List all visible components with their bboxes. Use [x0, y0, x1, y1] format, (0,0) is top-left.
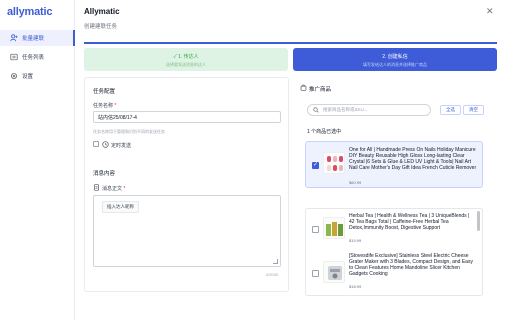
list-item[interactable]: [Stovesdife Exclusive] Stainless Steel E… [306, 253, 478, 295]
user-plus-icon [10, 34, 18, 42]
clear-button[interactable]: 清空 [463, 105, 484, 115]
product-price: $60.99 [349, 180, 362, 185]
gear-icon [11, 73, 17, 79]
list-icon [10, 53, 18, 61]
tea-product-image [326, 222, 343, 236]
product-list[interactable]: Herbal Tea | Health & Wellness Tea | 3 U… [305, 208, 483, 296]
sidebar-item-task-list[interactable]: 任务列表 [0, 49, 75, 65]
sidebar-item-label: 批量建联 [22, 36, 45, 42]
sidebar-item-settings[interactable]: 设置 [0, 68, 75, 84]
task-config-title: 任务配置 [93, 89, 116, 95]
product-title: One for All | Handmade Press On Nails Ho… [349, 147, 477, 171]
sidebar-item-batch-contact[interactable]: 批量建联 [0, 30, 75, 46]
product-price: $19.99 [349, 238, 362, 243]
clock-icon [102, 141, 109, 148]
step-title: ✓ 1. 传达人 [173, 54, 199, 60]
task-name-label: 任务名称 * [93, 102, 116, 109]
char-counter: 0/2000 [266, 272, 279, 277]
selected-product-card[interactable]: ✓ One for All | Handmade Press On Nails … [305, 141, 483, 188]
search-placeholder: 搜索商品名称或SKU... [323, 107, 368, 112]
required-mark: * [123, 186, 126, 192]
product-search-input[interactable]: 搜索商品名称或SKU... [307, 104, 431, 116]
required-mark: * [114, 103, 117, 109]
sidebar-nav: 批量建联 任务列表 设置 [0, 30, 75, 87]
app-window: allymatic 批量建联 任务列表 设置 Allymatic 创建建联任务 … [0, 0, 512, 320]
selected-count: 1 个商品已选中 [307, 129, 342, 135]
select-all-button[interactable]: 全选 [440, 105, 461, 115]
promo-products-panel: 推广商品 搜索商品名称或SKU... 全选 清空 1 个商品已选中 ✓ One … [297, 77, 497, 296]
search-icon [313, 107, 319, 113]
shopping-bag-icon [300, 84, 307, 91]
insert-nickname-button[interactable]: 插入达人昵称 [102, 201, 139, 213]
task-name-label-text: 任务名称 [93, 103, 114, 109]
step-create-message[interactable]: 2. 创建私信 填写发给达人的消息并选择推广商品 [293, 48, 497, 71]
list-item[interactable]: Herbal Tea | Health & Wellness Tea | 3 U… [306, 209, 478, 251]
product-thumbnail [323, 152, 345, 174]
step-description: 选择要发送消息的达人 [166, 62, 206, 67]
message-body-label-text: 消息正文 [102, 186, 123, 192]
message-body-label: 消息正文 * [102, 185, 125, 192]
product-checkbox[interactable] [312, 270, 319, 277]
message-body-textarea[interactable]: 插入达人昵称 [93, 195, 281, 267]
page-subtitle: 创建建联任务 [84, 24, 118, 30]
product-checkbox-checked[interactable]: ✓ [312, 162, 319, 169]
app-logo: allymatic [7, 6, 53, 18]
step-description: 填写发给达人的消息并选择推广商品 [363, 62, 427, 67]
sidebar: allymatic 批量建联 任务列表 设置 [0, 0, 75, 320]
grater-product-image [328, 266, 342, 280]
sidebar-item-label: 设置 [22, 74, 34, 80]
resize-handle[interactable] [273, 259, 278, 264]
message-section-title: 消息内容 [93, 171, 116, 177]
product-price: $18.99 [349, 284, 362, 289]
task-config-panel: 任务配置 任务名称 * 站内信25/08/17-4 任务名称用于管理和识别不同的… [84, 77, 289, 292]
schedule-checkbox[interactable] [93, 141, 99, 147]
product-thumbnail [323, 261, 345, 283]
sidebar-item-label: 任务列表 [22, 55, 45, 61]
schedule-label: 定时发送 [111, 143, 132, 149]
nails-product-image [327, 156, 343, 171]
step-select-creators[interactable]: ✓ 1. 传达人 选择要发送消息的达人 [84, 48, 288, 71]
task-name-hint: 任务名称用于管理和识别不同的发送任务 [93, 129, 165, 134]
document-icon [94, 184, 99, 191]
promo-title: 推广商品 [309, 87, 332, 93]
product-title: Herbal Tea | Health & Wellness Tea | 3 U… [349, 213, 470, 231]
page-title: Allymatic [84, 7, 120, 16]
close-icon[interactable]: ✕ [486, 6, 494, 17]
product-title: [Stovesdife Exclusive] Stainless Steel E… [349, 253, 473, 277]
product-thumbnail [323, 217, 345, 239]
progress-bar [84, 42, 497, 44]
task-name-input[interactable]: 站内信25/08/17-4 [93, 111, 281, 123]
step-title: 2. 创建私信 [382, 54, 408, 60]
product-checkbox[interactable] [312, 226, 319, 233]
